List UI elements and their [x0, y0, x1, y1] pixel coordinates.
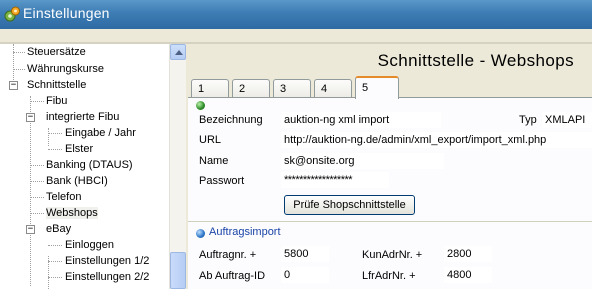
- tree-collapse-icon[interactable]: −: [26, 225, 35, 234]
- auftragsimport-title: Auftragsimport: [209, 226, 281, 238]
- tree-connector: [30, 213, 44, 214]
- tab-strip: 1 2 3 4 5: [188, 76, 592, 99]
- tree-item-label: Banking (DTAUS): [46, 159, 133, 171]
- tree-connector: [48, 133, 62, 134]
- tab-3[interactable]: 3: [273, 79, 311, 98]
- name-field[interactable]: sk@onsite.org: [281, 153, 444, 169]
- tree-item-einstellungen-2[interactable]: Einstellungen 2/2: [65, 269, 149, 285]
- tree-item-label: Einstellungen 2/2: [65, 271, 150, 283]
- scroll-up-button[interactable]: [170, 44, 186, 60]
- tree-item-label: Steuersätze: [27, 46, 86, 58]
- tree-item-schnittstelle[interactable]: Schnittstelle: [27, 77, 86, 93]
- tree-item-einstellungen-1[interactable]: Einstellungen 1/2: [65, 253, 149, 269]
- kunadrnr-label: KunAdrNr. +: [362, 249, 423, 261]
- ab-auftrag-id-label: Ab Auftrag-ID: [199, 270, 266, 282]
- tree-connector: [13, 52, 25, 53]
- tree-connector: [48, 277, 62, 278]
- tree-item-telefon[interactable]: Telefon: [46, 189, 81, 205]
- pane-header: Schnittstelle - Webshops: [188, 44, 592, 76]
- auftragnr-field[interactable]: 5800: [281, 246, 329, 262]
- tree-item-label: Einstellungen 1/2: [65, 255, 150, 267]
- passwort-field[interactable]: ******************: [281, 172, 389, 188]
- tree-item-label: Telefon: [46, 191, 82, 203]
- tree-connector: [30, 165, 44, 166]
- lfradrnr-field[interactable]: 4800: [444, 267, 492, 283]
- name-label: Name: [199, 155, 229, 167]
- tree-item-label: integrierte Fibu: [46, 111, 120, 123]
- tab-content: Bezeichnung auktion-ng xml import Typ XM…: [188, 97, 592, 289]
- section-bullet-icon: [196, 101, 205, 110]
- kunadrnr-field[interactable]: 2800: [444, 246, 492, 262]
- tree-item-ebay[interactable]: eBay: [46, 221, 71, 237]
- check-shop-interface-button[interactable]: Prüfe Shopschnittstelle: [284, 195, 415, 215]
- url-field[interactable]: http://auktion-ng.de/admin/xml_export/im…: [281, 132, 592, 148]
- tree-item-einloggen[interactable]: Einloggen: [65, 237, 114, 253]
- tree-item-label: Fibu: [46, 95, 68, 107]
- tree-connector: [48, 261, 62, 262]
- tree-connector: [48, 149, 62, 150]
- tree-scrollbar[interactable]: [169, 44, 186, 289]
- tab-2[interactable]: 2: [232, 79, 270, 98]
- tree-connector: [30, 181, 44, 182]
- settings-tree[interactable]: − − − Steuersätze Währungskurse Schnitts…: [0, 44, 169, 289]
- url-label: URL: [199, 134, 222, 146]
- tree-item-webshops[interactable]: Webshops: [46, 205, 98, 221]
- lfradrnr-label: LfrAdrNr. +: [362, 270, 416, 282]
- page-title: Schnittstelle - Webshops: [377, 51, 574, 70]
- tree-connector: [30, 197, 44, 198]
- group-separator: [188, 221, 592, 222]
- tree-item-label: eBay: [46, 223, 72, 235]
- auftragnr-label: Auftragnr. +: [199, 249, 257, 261]
- window-title: Einstellungen: [23, 5, 110, 21]
- tab-5[interactable]: 5: [355, 76, 399, 99]
- tree-connector: [48, 245, 62, 246]
- tree-item-label: Einloggen: [65, 239, 114, 251]
- tree-item-label: Eingabe / Jahr: [65, 127, 136, 139]
- bezeichnung-label: Bezeichnung: [199, 114, 263, 126]
- passwort-label: Passwort: [199, 175, 245, 187]
- tree-item-bank-hbci[interactable]: Bank (HBCI): [46, 173, 108, 189]
- tree-item-label: Webshops: [46, 207, 98, 219]
- tree-item-eingabe-jahr[interactable]: Eingabe / Jahr: [65, 125, 136, 141]
- tree-guide-line: [30, 96, 31, 286]
- tab-1[interactable]: 1: [191, 79, 229, 98]
- tree-item-waehrungskurse[interactable]: Währungskurse: [27, 61, 104, 77]
- toolbar: [0, 29, 592, 43]
- tree-connector: [30, 101, 44, 102]
- tree-item-label: Währungskurse: [27, 63, 105, 75]
- tree-connector: [13, 69, 25, 70]
- settings-gear-icon: [4, 6, 20, 22]
- tab-4[interactable]: 4: [314, 79, 352, 98]
- typ-field[interactable]: XMLAPI: [542, 112, 592, 128]
- bezeichnung-field[interactable]: auktion-ng xml import: [281, 112, 441, 128]
- typ-label: Typ: [519, 114, 537, 126]
- tree-guide-line: [48, 128, 49, 146]
- tree-item-steuersaetze[interactable]: Steuersätze: [27, 44, 86, 60]
- tree-collapse-icon[interactable]: −: [9, 81, 18, 90]
- ab-auftrag-id-field[interactable]: 0: [281, 267, 329, 283]
- tree-item-banking-dtaus[interactable]: Banking (DTAUS): [46, 157, 133, 173]
- tree-item-fibu[interactable]: Fibu: [46, 93, 67, 109]
- auftragsimport-bullet-icon: [196, 229, 205, 238]
- scroll-thumb[interactable]: [170, 252, 186, 289]
- tree-item-label: Elster: [65, 143, 94, 155]
- settings-pane: Schnittstelle - Webshops 1 2 3 4 5 Bezei…: [188, 44, 592, 289]
- tree-item-elster[interactable]: Elster: [65, 141, 93, 157]
- tree-item-label: Schnittstelle: [27, 79, 87, 91]
- tree-item-integrierte-fibu[interactable]: integrierte Fibu: [46, 109, 119, 125]
- tree-collapse-icon[interactable]: −: [26, 113, 35, 122]
- tree-item-label: Bank (HBCI): [46, 175, 108, 187]
- title-bar: Einstellungen: [0, 0, 592, 29]
